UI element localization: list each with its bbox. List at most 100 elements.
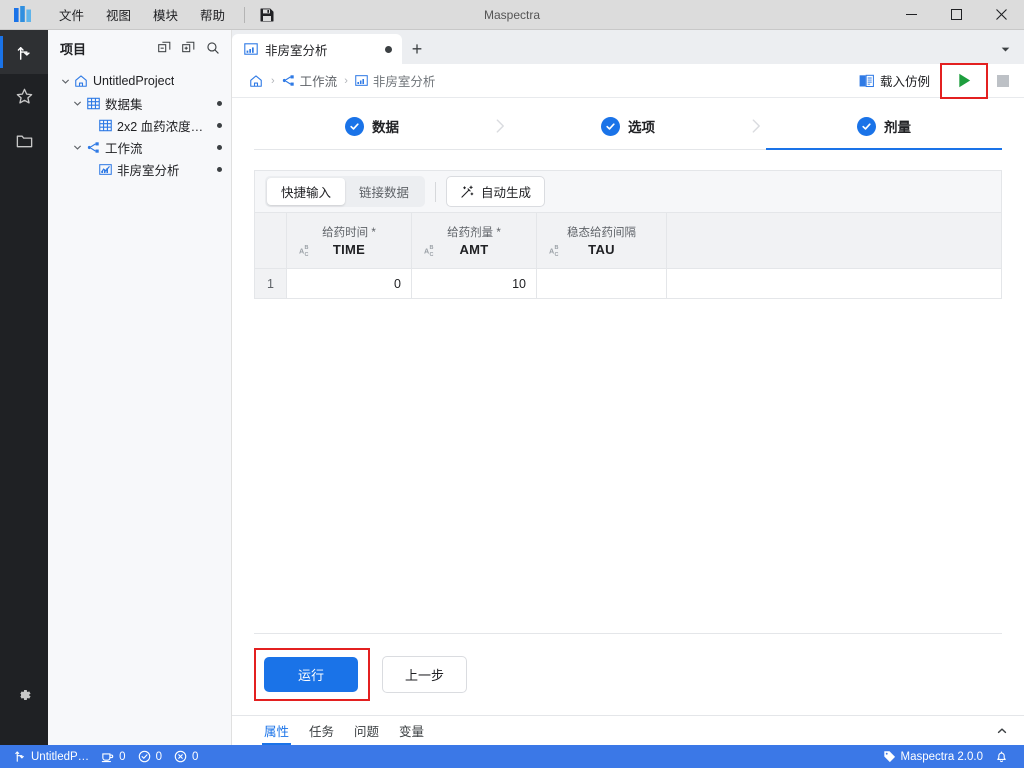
- status-version[interactable]: Maspectra 2.0.0: [877, 745, 989, 768]
- svg-text:C: C: [555, 251, 559, 256]
- row-index-header: [254, 212, 287, 269]
- maximize-button[interactable]: [934, 0, 979, 30]
- error-circle-icon: [174, 750, 187, 763]
- status-project[interactable]: UntitledP…: [8, 745, 95, 768]
- column-header-tau[interactable]: 稳态给药间隔 ABC TAU: [536, 212, 667, 269]
- tree-node-untitledproject[interactable]: UntitledProject: [48, 70, 231, 92]
- cell-tau[interactable]: [536, 268, 667, 299]
- dose-panel: 快捷输入 链接数据 自动生成 给药时间 * A B C TIME 给药剂量 * …: [254, 170, 1002, 299]
- cup-icon: [101, 750, 114, 763]
- menu-help[interactable]: 帮助: [189, 0, 236, 29]
- activity-rail: [0, 30, 48, 745]
- step-dose[interactable]: 剂量: [766, 116, 1002, 150]
- run-primary-wrap: 运行: [254, 648, 371, 701]
- dose-table-body: 1 0 10: [254, 268, 1002, 299]
- window-controls: [889, 0, 1024, 30]
- tree-node-dataset-item[interactable]: 2x2 血药浓度…: [48, 114, 231, 136]
- chevron-right-icon: [490, 117, 510, 149]
- menu-module[interactable]: 模块: [142, 0, 189, 29]
- wizard-footer: 运行 上一步: [254, 633, 1002, 715]
- bell-icon: [995, 750, 1008, 763]
- application-window: 文件 视图 模块 帮助 Maspectra 项目 UntitledProject…: [0, 0, 1024, 768]
- rail-item-files[interactable]: [0, 118, 48, 162]
- breadcrumb-item-workflow[interactable]: 工作流: [278, 69, 342, 92]
- dose-toolbar: 快捷输入 链接数据 自动生成: [254, 170, 1002, 212]
- menu-file[interactable]: 文件: [48, 0, 95, 29]
- column-title: 稳态给药间隔: [567, 227, 636, 239]
- stop-button[interactable]: [990, 66, 1016, 96]
- status-error-count[interactable]: 0: [168, 745, 204, 768]
- menu-view[interactable]: 视图: [95, 0, 142, 29]
- breadcrumb: › 工作流 › 非房室分析: [244, 69, 439, 92]
- minimize-button[interactable]: [889, 0, 934, 30]
- expand-all-icon[interactable]: [179, 38, 199, 58]
- chevron-down-icon[interactable]: [994, 37, 1016, 61]
- chevron-down-icon[interactable]: [70, 99, 84, 108]
- abc-icon: ABC: [424, 243, 441, 257]
- chart-icon: [244, 42, 258, 56]
- load-demo-button[interactable]: 载入仿例: [851, 67, 938, 94]
- tab-problems[interactable]: 问题: [344, 716, 389, 745]
- step-label: 选项: [628, 120, 655, 135]
- column-header-amt[interactable]: 给药剂量 * ABC AMT: [411, 212, 537, 269]
- editor-tab-label: 非房室分析: [265, 43, 328, 58]
- step-options[interactable]: 选项: [510, 116, 746, 150]
- run-button-primary[interactable]: 运行: [264, 657, 359, 692]
- workflow-icon: [84, 141, 102, 154]
- rail-item-settings[interactable]: [0, 673, 48, 717]
- play-icon: [956, 72, 973, 89]
- column-code: TIME: [332, 242, 366, 257]
- status-notifications[interactable]: [989, 745, 1014, 768]
- save-icon[interactable]: [253, 3, 281, 27]
- column-header-filler: [666, 212, 1002, 269]
- column-header-time[interactable]: 给药时间 * ABC TIME: [286, 212, 412, 269]
- menu-bar: 文件 视图 模块 帮助: [48, 0, 236, 29]
- breadcrumb-bar: › 工作流 › 非房室分析 载入仿例: [232, 62, 1024, 99]
- chevron-up-icon[interactable]: [990, 719, 1014, 743]
- abc-icon: ABC: [549, 243, 566, 257]
- step-data[interactable]: 数据: [254, 116, 490, 150]
- status-success-count[interactable]: 0: [132, 745, 168, 768]
- breadcrumb-item-nca[interactable]: 非房室分析: [351, 69, 440, 92]
- column-code: TAU: [588, 242, 615, 257]
- new-tab-button[interactable]: +: [402, 34, 432, 64]
- stop-icon: [997, 74, 1009, 87]
- tree-node-label: 工作流: [105, 141, 143, 156]
- quick-input-tab[interactable]: 快捷输入: [267, 178, 346, 205]
- tab-tasks[interactable]: 任务: [299, 716, 344, 745]
- magic-wand-icon: [460, 185, 474, 199]
- check-circle-icon: [138, 750, 151, 763]
- link-data-tab[interactable]: 链接数据: [345, 178, 423, 205]
- tree-node-nca[interactable]: 非房室分析: [48, 158, 231, 180]
- chevron-down-icon[interactable]: [70, 143, 84, 152]
- breadcrumb-home[interactable]: [244, 72, 268, 90]
- tab-variables[interactable]: 变量: [389, 716, 434, 745]
- close-button[interactable]: [979, 0, 1024, 30]
- wizard-stepper: 数据 选项 剂量: [254, 98, 1002, 150]
- column-title: 给药时间: [322, 227, 369, 239]
- tree-node-workflows[interactable]: 工作流: [48, 136, 231, 158]
- previous-step-button[interactable]: 上一步: [382, 656, 468, 693]
- abc-icon: ABC: [299, 243, 316, 257]
- run-button[interactable]: [940, 62, 988, 99]
- tab-properties[interactable]: 属性: [254, 716, 299, 745]
- cell-time[interactable]: 0: [286, 268, 412, 299]
- collapse-all-icon[interactable]: [155, 38, 175, 58]
- toolbar-divider: [244, 6, 246, 23]
- rail-item-favorites[interactable]: [0, 74, 48, 118]
- editor-tab-modified-dot[interactable]: [385, 45, 392, 53]
- auto-generate-button[interactable]: 自动生成: [446, 176, 546, 207]
- row-index-cell: 1: [254, 268, 287, 299]
- cell-amt[interactable]: 10: [411, 268, 537, 299]
- table-icon: [84, 97, 102, 110]
- chart-icon: [96, 163, 114, 176]
- step-label: 数据: [372, 120, 399, 135]
- search-icon[interactable]: [203, 38, 223, 58]
- status-bar-right: Maspectra 2.0.0: [877, 745, 1014, 768]
- table-row[interactable]: 1 0 10: [254, 268, 1002, 299]
- editor-tab-nca[interactable]: 非房室分析: [232, 34, 402, 64]
- status-tasks-count[interactable]: 0: [95, 745, 131, 768]
- chevron-down-icon[interactable]: [58, 77, 72, 86]
- rail-item-workflow[interactable]: [0, 30, 48, 74]
- tree-node-datasets[interactable]: 数据集: [48, 92, 231, 114]
